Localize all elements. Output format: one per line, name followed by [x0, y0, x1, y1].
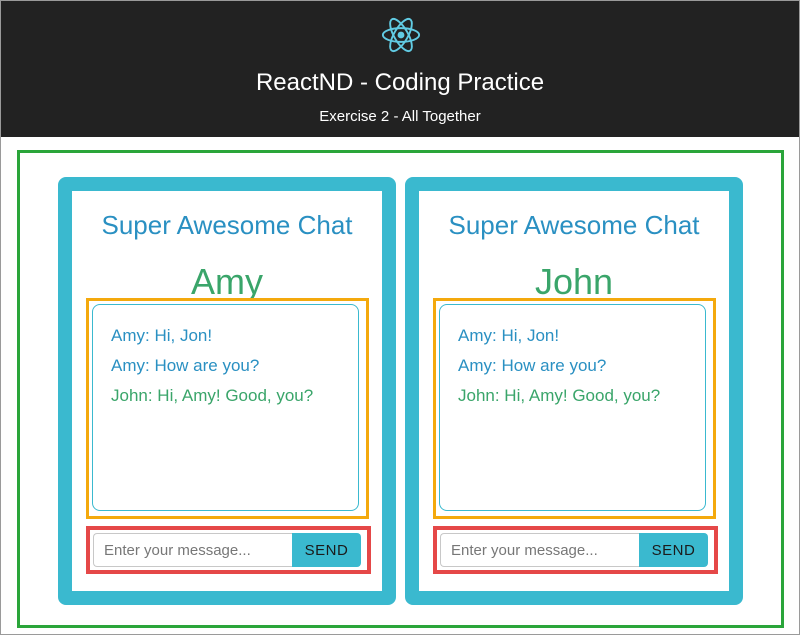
message-item: John: Hi, Amy! Good, you?: [111, 386, 314, 405]
message-item: Amy: Hi, Jon!: [458, 326, 560, 345]
send-button[interactable]: SEND: [292, 533, 361, 567]
message-input[interactable]: [93, 533, 292, 567]
message-history-box: Amy: Hi, Jon! Amy: How are you? John: Hi…: [433, 298, 716, 519]
chat-title: Super Awesome Chat: [101, 210, 353, 240]
message-input-box: SEND: [86, 526, 371, 574]
message-history-box: Amy: Hi, Jon! Amy: How are you? John: Hi…: [86, 298, 369, 519]
message-list[interactable]: Amy: Hi, Jon! Amy: How are you? John: Hi…: [92, 304, 359, 511]
app-title: ReactND - Coding Practice: [255, 69, 545, 96]
chat-window-amy: Super Awesome Chat Amy Amy: Hi, Jon! Amy…: [58, 177, 396, 605]
chat-window-john: Super Awesome Chat John Amy: Hi, Jon! Am…: [405, 177, 743, 605]
message-item: Amy: Hi, Jon!: [111, 326, 213, 345]
send-button[interactable]: SEND: [639, 533, 708, 567]
app-header: ReactND - Coding Practice Exercise 2 - A…: [1, 1, 799, 137]
chat-title: Super Awesome Chat: [448, 210, 700, 240]
message-input[interactable]: [440, 533, 639, 567]
chat-user-name: Amy: [191, 261, 263, 302]
chat-user-name: John: [534, 261, 614, 302]
app-subtitle: Exercise 2 - All Together: [319, 108, 481, 125]
message-input-box: SEND: [433, 526, 718, 574]
message-list[interactable]: Amy: Hi, Jon! Amy: How are you? John: Hi…: [439, 304, 706, 511]
react-atom-icon: [381, 17, 421, 53]
message-item: John: Hi, Amy! Good, you?: [458, 386, 661, 405]
message-item: Amy: How are you?: [458, 356, 607, 375]
message-item: Amy: How are you?: [111, 356, 260, 375]
